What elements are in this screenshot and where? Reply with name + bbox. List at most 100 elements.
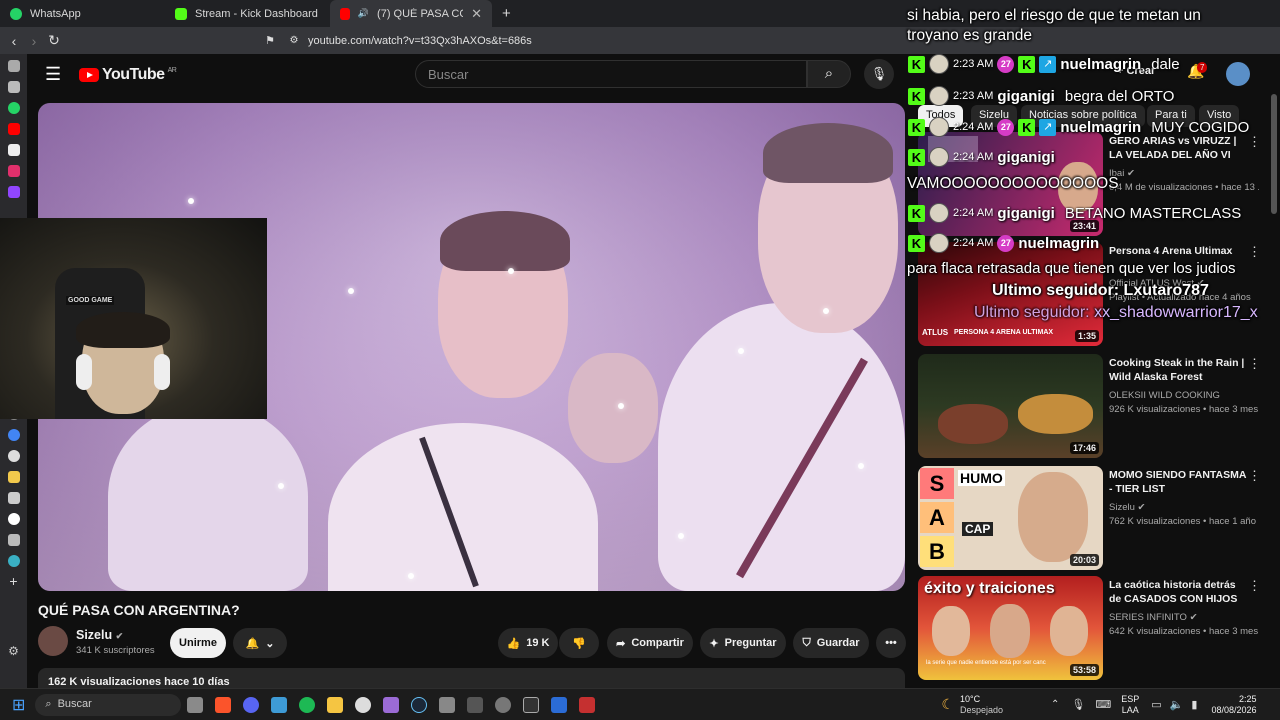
thumbnail[interactable]: éxito y traiciones la serie que nadie en… — [918, 576, 1103, 680]
add-sidebar-icon[interactable]: + — [9, 574, 17, 588]
x-sidebar-icon[interactable] — [7, 144, 20, 156]
more-vert-icon[interactable]: ⋮ — [1248, 356, 1261, 372]
rec-channel[interactable]: Sizelu ✔ — [1109, 502, 1145, 513]
keyboard-icon[interactable]: ⌨ — [1095, 698, 1111, 711]
thumbnail-caption: la serie que nadie entiende está por ser… — [926, 660, 1046, 666]
weather-widget[interactable]: 10°C Despejado — [960, 694, 1003, 716]
taskbar-search[interactable]: ⌕ Buscar — [35, 693, 182, 716]
youtube-sidebar-icon[interactable] — [7, 123, 20, 135]
epic-games-icon[interactable] — [523, 696, 540, 713]
app-sidebar-icon[interactable] — [7, 450, 20, 462]
rail-scrollbar[interactable] — [1271, 94, 1277, 214]
channel-avatar[interactable] — [38, 626, 68, 656]
recommendation-item[interactable]: S A B HUMO CAP 20:03 MOMO SIENDO FANTASM… — [918, 466, 1270, 570]
rec-title[interactable]: Cooking Steak in the Rain | Wild Alaska … — [1109, 356, 1249, 384]
obs-icon[interactable] — [495, 696, 512, 713]
chat-message: dale — [1151, 55, 1180, 73]
power-sidebar-icon[interactable] — [7, 513, 20, 525]
gamepad-icon[interactable] — [383, 696, 400, 713]
app-icon[interactable] — [271, 696, 288, 713]
tab-whatsapp[interactable]: WhatsApp — [0, 0, 165, 27]
spotify-icon[interactable] — [299, 696, 316, 713]
app-icon[interactable] — [355, 696, 372, 713]
app-icon[interactable] — [467, 696, 484, 713]
youtube-logo[interactable]: YouTube AR — [79, 66, 177, 84]
rec-title[interactable]: GERO ARIAS vs VIRUZZ | LA VELADA DEL AÑO… — [1109, 134, 1249, 162]
more-vert-icon[interactable]: ⋮ — [1248, 134, 1261, 150]
battery-icon[interactable]: ▮ — [1191, 698, 1197, 711]
settings-icon[interactable]: ⚙ — [8, 644, 19, 658]
share-button[interactable]: ➦ Compartir — [607, 628, 693, 658]
url-field[interactable]: youtube.com/watch?v=t33Qx3hAXOs&t=686s — [308, 35, 532, 47]
more-vert-icon[interactable]: ⋮ — [1248, 244, 1261, 260]
rec-title[interactable]: Persona 4 Arena Ultimax — [1109, 244, 1249, 258]
more-actions-button[interactable]: ••• — [876, 628, 906, 658]
notes-icon[interactable] — [7, 81, 20, 93]
menu-icon[interactable]: ☰ — [45, 64, 61, 85]
new-tab-button[interactable]: + — [492, 0, 520, 27]
join-button[interactable]: Unirme — [170, 628, 226, 658]
back-icon[interactable]: ‹ — [4, 33, 24, 49]
volume-icon[interactable]: 🔈 — [1170, 698, 1184, 711]
whatsapp-sidebar-icon[interactable] — [7, 102, 20, 114]
reload-icon[interactable]: ↻ — [44, 32, 64, 49]
bell-icon: 🔔 — [245, 637, 260, 650]
maps-sidebar-icon[interactable] — [7, 429, 20, 441]
recommendation-item[interactable]: 17:46 Cooking Steak in the Rain | Wild A… — [918, 354, 1270, 458]
rec-channel[interactable]: OLEKSII WILD COOKING — [1109, 390, 1220, 401]
more-vert-icon[interactable]: ⋮ — [1248, 468, 1261, 484]
thumbnail[interactable]: 17:46 — [918, 354, 1103, 458]
app-icon[interactable] — [579, 696, 596, 713]
rec-channel[interactable]: SERIES INFINITO ✔ — [1109, 612, 1198, 623]
dislike-button[interactable]: 👎 — [559, 628, 599, 658]
site-info-icon[interactable]: ⚙ — [284, 35, 304, 46]
pin-icon[interactable] — [7, 60, 20, 72]
bookmark-icon[interactable]: ⚑ — [260, 34, 280, 47]
task-view-icon[interactable] — [187, 696, 204, 713]
chat-sidebar-icon[interactable] — [7, 555, 20, 567]
recommendation-item[interactable]: éxito y traiciones la serie que nadie en… — [918, 576, 1270, 680]
close-tab-icon[interactable]: ✕ — [471, 6, 482, 22]
more-vert-icon[interactable]: ⋮ — [1248, 578, 1261, 594]
tab-youtube[interactable]: 🔊 (7) QUÉ PASA CON ARGENTIN ✕ — [330, 0, 492, 27]
channel-name[interactable]: Sizelu ✔ — [76, 628, 123, 642]
mic-icon[interactable]: 🎙 — [1071, 698, 1085, 711]
app-icon[interactable] — [551, 696, 568, 713]
description-box[interactable]: 162 K visualizaciones hace 10 días — [38, 668, 905, 688]
extension-sidebar-icon[interactable] — [7, 471, 20, 483]
tool-sidebar-icon[interactable] — [7, 534, 20, 546]
steam-icon[interactable] — [411, 696, 428, 713]
brave-icon[interactable] — [215, 696, 232, 713]
windows-start-icon[interactable]: ⊞ — [12, 695, 25, 715]
notification-badge: 7 — [1197, 62, 1208, 73]
folder-icon[interactable] — [327, 696, 344, 713]
rec-title[interactable]: MOMO SIENDO FANTASMA - TIER LIST — [1109, 468, 1249, 496]
monitor-icon[interactable]: ▭ — [1151, 698, 1161, 711]
weather-icon[interactable]: ☾ — [941, 696, 954, 713]
discord-icon[interactable] — [243, 696, 260, 713]
rec-title[interactable]: La caótica historia detrás de CASADOS CO… — [1109, 578, 1249, 606]
twitch-sidebar-icon[interactable] — [7, 186, 20, 198]
tab-kick[interactable]: Stream - Kick Dashboard — [165, 0, 330, 27]
app-icon[interactable] — [439, 696, 456, 713]
clock[interactable]: 2:25 08/08/2026 — [1211, 694, 1256, 716]
ask-button[interactable]: ✦ Preguntar — [700, 628, 786, 658]
like-count: 19 K — [526, 637, 550, 649]
like-button[interactable]: 👍 19 K — [498, 628, 558, 658]
player-hair-right — [763, 123, 893, 183]
search-button[interactable]: ⌕ — [807, 60, 851, 88]
subscribe-bell-button[interactable]: 🔔 ⌄ — [233, 628, 287, 658]
save-button[interactable]: ⛉ Guardar — [793, 628, 869, 658]
voice-search-button[interactable]: 🎙 — [864, 59, 894, 89]
language-indicator[interactable]: ESP LAA — [1121, 694, 1139, 716]
last-subscriber-alert: Ultimo seguidor: xx_shadowwarrior17_x — [974, 304, 1258, 322]
game-sidebar-icon[interactable] — [7, 492, 20, 504]
instagram-sidebar-icon[interactable] — [7, 165, 20, 177]
thumbnail[interactable]: S A B HUMO CAP 20:03 — [918, 466, 1103, 570]
forward-icon[interactable]: › — [24, 33, 44, 49]
chat-time: 2:23 AM — [953, 58, 994, 70]
share-icon: ➦ — [616, 637, 626, 650]
chevron-up-icon[interactable]: ⌃ — [1051, 699, 1059, 710]
avatar[interactable] — [1226, 62, 1250, 86]
search-input[interactable]: Buscar — [415, 60, 807, 88]
